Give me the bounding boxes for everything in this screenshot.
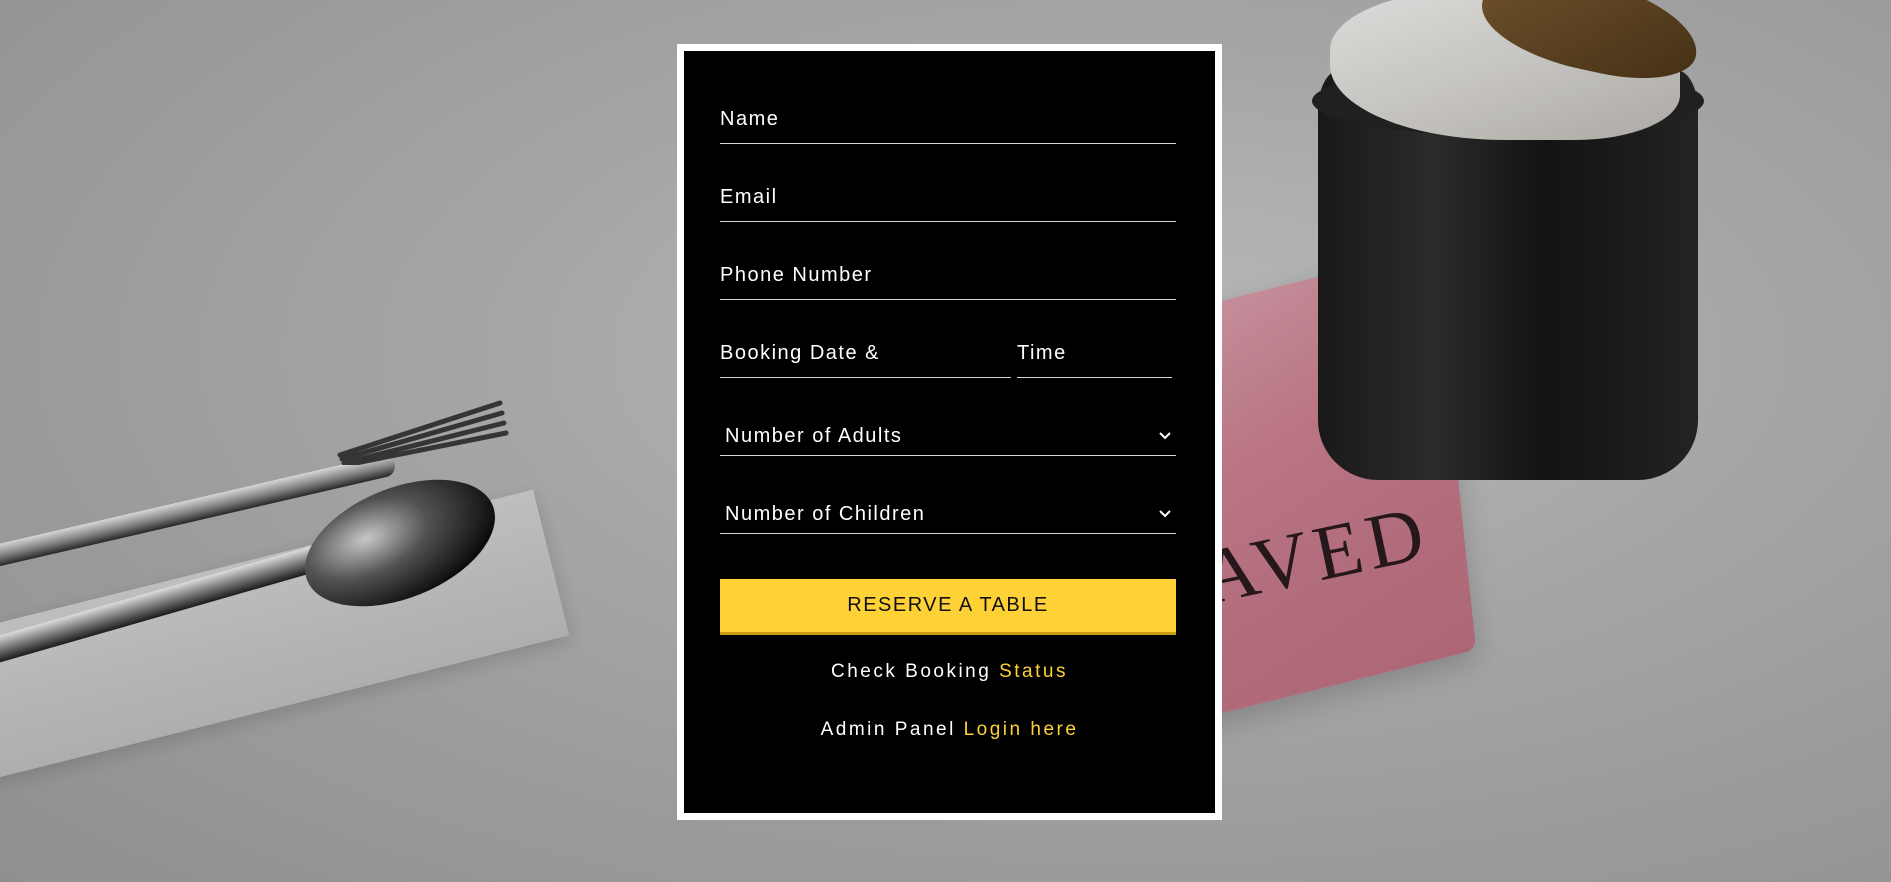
booking-date-field[interactable] xyxy=(720,338,1011,378)
admin-panel-line: Admin Panel Login here xyxy=(684,719,1215,741)
reserve-table-button[interactable]: RESERVE A TABLE xyxy=(720,579,1176,635)
phone-field[interactable] xyxy=(720,260,1176,300)
booking-date-input[interactable] xyxy=(720,342,1011,365)
status-link[interactable]: Status xyxy=(999,661,1068,682)
chevron-down-icon xyxy=(1158,429,1172,443)
booking-time-input[interactable] xyxy=(1017,342,1172,365)
name-field[interactable] xyxy=(720,104,1176,144)
phone-input[interactable] xyxy=(720,264,1176,287)
email-field[interactable] xyxy=(720,182,1176,222)
children-select[interactable]: Number of Children xyxy=(720,494,1176,534)
adults-select-value: Number of Adults xyxy=(725,424,903,447)
check-booking-line: Check Booking Status xyxy=(684,661,1215,683)
adults-select[interactable]: Number of Adults xyxy=(720,416,1176,456)
children-select-value: Number of Children xyxy=(725,502,926,525)
page-background: AVED Number of Adults Number of Children xyxy=(0,0,1891,882)
admin-panel-text: Admin Panel xyxy=(820,719,956,740)
name-input[interactable] xyxy=(720,108,1176,131)
chevron-down-icon xyxy=(1158,507,1172,521)
email-input[interactable] xyxy=(720,186,1176,209)
booking-time-field[interactable] xyxy=(1017,338,1172,378)
login-link[interactable]: Login here xyxy=(964,719,1079,740)
reservation-card: Number of Adults Number of Children RESE… xyxy=(677,44,1222,820)
check-booking-text: Check Booking xyxy=(831,661,992,682)
